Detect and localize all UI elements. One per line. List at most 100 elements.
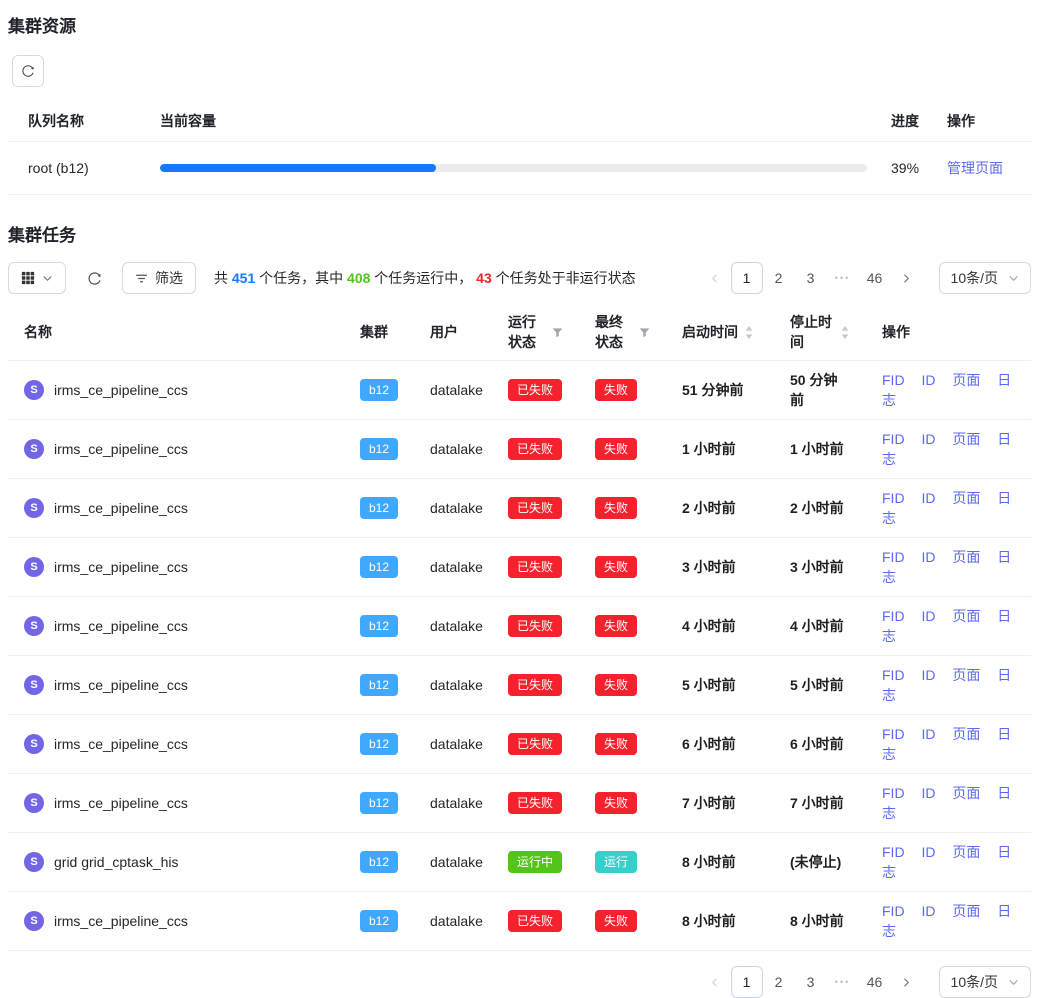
table-row[interactable]: S irms_ce_pipeline_ccs b12 datalake 已失败 … xyxy=(8,361,1031,420)
table-row[interactable]: S irms_ce_pipeline_ccs b12 datalake 已失败 … xyxy=(8,420,1031,479)
col-final-status-label: 最终状态 xyxy=(595,312,633,352)
cluster-badge: b12 xyxy=(360,733,398,755)
start-time: 3 小时前 xyxy=(666,538,774,597)
pagination: 123•••46 10条/页 xyxy=(699,966,1031,998)
pagination-next-button[interactable] xyxy=(891,966,923,998)
page-link[interactable]: 页面 xyxy=(952,726,980,742)
fid-link[interactable]: FID xyxy=(882,431,905,447)
page-size-select[interactable]: 10条/页 xyxy=(939,966,1031,998)
start-time-sort-icon[interactable] xyxy=(744,325,754,340)
pagination-page-46[interactable]: 46 xyxy=(859,262,891,294)
page-link[interactable]: 页面 xyxy=(952,431,980,447)
pagination-prev-button[interactable] xyxy=(699,966,731,998)
final-status-badge: 运行 xyxy=(595,851,637,873)
table-row[interactable]: S irms_ce_pipeline_ccs b12 datalake 已失败 … xyxy=(8,656,1031,715)
fid-link[interactable]: FID xyxy=(882,726,905,742)
fid-link[interactable]: FID xyxy=(882,903,905,919)
pagination-page-46[interactable]: 46 xyxy=(859,966,891,998)
col-cluster: 集群 xyxy=(344,304,414,361)
pagination-next-button[interactable] xyxy=(891,262,923,294)
cluster-badge: b12 xyxy=(360,910,398,932)
pagination-prev-button[interactable] xyxy=(699,262,731,294)
fid-link[interactable]: FID xyxy=(882,785,905,801)
progress-fill xyxy=(160,164,436,172)
id-link[interactable]: ID xyxy=(921,667,935,683)
page-link[interactable]: 页面 xyxy=(952,490,980,506)
stop-time: 7 小时前 xyxy=(774,774,866,833)
fid-link[interactable]: FID xyxy=(882,844,905,860)
stop-time: 1 小时前 xyxy=(774,420,866,479)
page-link[interactable]: 页面 xyxy=(952,844,980,860)
table-row[interactable]: S irms_ce_pipeline_ccs b12 datalake 已失败 … xyxy=(8,892,1031,951)
run-status-badge: 已失败 xyxy=(508,556,562,578)
fid-link[interactable]: FID xyxy=(882,372,905,388)
view-mode-button[interactable] xyxy=(8,262,66,294)
col-user: 用户 xyxy=(414,304,492,361)
id-link[interactable]: ID xyxy=(921,490,935,506)
cluster-badge: b12 xyxy=(360,438,398,460)
id-link[interactable]: ID xyxy=(921,608,935,624)
cluster-badge: b12 xyxy=(360,674,398,696)
pagination-ellipsis[interactable]: ••• xyxy=(827,966,859,998)
resources-refresh-button[interactable] xyxy=(12,55,44,87)
page-size-select[interactable]: 10条/页 xyxy=(939,262,1031,294)
col-capacity: 当前容量 xyxy=(148,101,879,142)
page-link[interactable]: 页面 xyxy=(952,608,980,624)
pagination-page-3[interactable]: 3 xyxy=(795,966,827,998)
final-status-filter-icon[interactable] xyxy=(639,327,650,338)
run-status-filter-icon[interactable] xyxy=(552,327,563,338)
table-row[interactable]: S irms_ce_pipeline_ccs b12 datalake 已失败 … xyxy=(8,538,1031,597)
start-time: 5 小时前 xyxy=(666,656,774,715)
start-time: 8 小时前 xyxy=(666,892,774,951)
tasks-summary: 共 451 个任务，其中 408 个任务运行中， 43 个任务处于非运行状态 xyxy=(214,268,636,288)
col-resource-actions: 操作 xyxy=(935,101,1031,142)
id-link[interactable]: ID xyxy=(921,431,935,447)
id-link[interactable]: ID xyxy=(921,726,935,742)
filter-button[interactable]: 筛选 xyxy=(122,262,196,294)
stop-time: 2 小时前 xyxy=(774,479,866,538)
start-time: 51 分钟前 xyxy=(666,361,774,420)
stop-time-sort-icon[interactable] xyxy=(840,325,850,340)
summary-text-4: 个任务处于非运行状态 xyxy=(492,270,636,286)
task-name: irms_ce_pipeline_ccs xyxy=(54,382,188,398)
table-row[interactable]: S irms_ce_pipeline_ccs b12 datalake 已失败 … xyxy=(8,774,1031,833)
id-link[interactable]: ID xyxy=(921,549,935,565)
table-row[interactable]: S irms_ce_pipeline_ccs b12 datalake 已失败 … xyxy=(8,597,1031,656)
page-link[interactable]: 页面 xyxy=(952,667,980,683)
page-link[interactable]: 页面 xyxy=(952,549,980,565)
stop-time: (未停止) xyxy=(774,833,866,892)
page-link[interactable]: 页面 xyxy=(952,785,980,801)
table-row[interactable]: S irms_ce_pipeline_ccs b12 datalake 已失败 … xyxy=(8,479,1031,538)
table-row[interactable]: S irms_ce_pipeline_ccs b12 datalake 已失败 … xyxy=(8,715,1031,774)
tasks-refresh-button[interactable] xyxy=(80,262,108,294)
user-name: datalake xyxy=(430,913,483,929)
cluster-badge: b12 xyxy=(360,497,398,519)
page-link[interactable]: 页面 xyxy=(952,372,980,388)
pagination-page-1[interactable]: 1 xyxy=(731,262,763,294)
manage-page-link[interactable]: 管理页面 xyxy=(947,160,1003,176)
col-run-status-label: 运行状态 xyxy=(508,312,546,352)
page-link[interactable]: 页面 xyxy=(952,903,980,919)
start-time: 4 小时前 xyxy=(666,597,774,656)
table-row[interactable]: S grid grid_cptask_his b12 datalake 运行中 … xyxy=(8,833,1031,892)
pagination-page-3[interactable]: 3 xyxy=(795,262,827,294)
id-link[interactable]: ID xyxy=(921,844,935,860)
fid-link[interactable]: FID xyxy=(882,667,905,683)
pagination-page-1[interactable]: 1 xyxy=(731,966,763,998)
spark-avatar-icon: S xyxy=(24,557,44,577)
pagination-page-2[interactable]: 2 xyxy=(763,966,795,998)
summary-stopped-count: 43 xyxy=(476,270,492,286)
task-name: irms_ce_pipeline_ccs xyxy=(54,441,188,457)
id-link[interactable]: ID xyxy=(921,903,935,919)
id-link[interactable]: ID xyxy=(921,785,935,801)
fid-link[interactable]: FID xyxy=(882,608,905,624)
pagination-page-2[interactable]: 2 xyxy=(763,262,795,294)
top-pagination-area: 123•••46 10条/页 xyxy=(699,262,1031,294)
final-status-badge: 失败 xyxy=(595,674,637,696)
id-link[interactable]: ID xyxy=(921,372,935,388)
summary-text-3: 个任务运行中， xyxy=(370,270,476,286)
fid-link[interactable]: FID xyxy=(882,490,905,506)
pagination-ellipsis[interactable]: ••• xyxy=(827,262,859,294)
fid-link[interactable]: FID xyxy=(882,549,905,565)
user-name: datalake xyxy=(430,795,483,811)
